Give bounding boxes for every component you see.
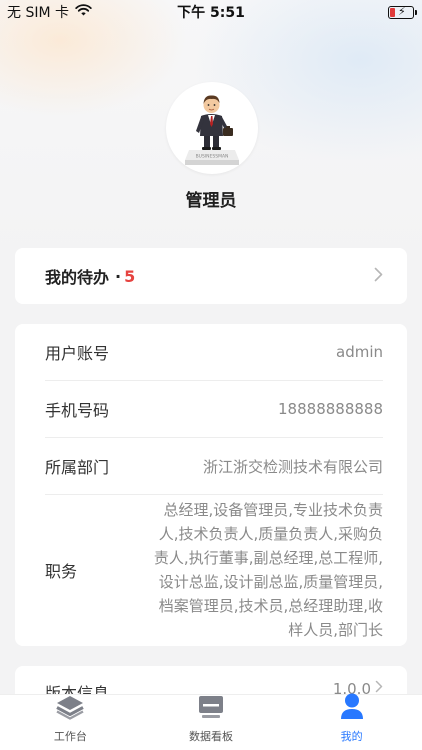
tab-mine-label: 我的 [340, 730, 363, 743]
my-todo-card[interactable]: 我的待办 · 5 [15, 248, 407, 304]
wifi-icon [75, 4, 92, 20]
tab-workbench[interactable]: 工作台 [0, 695, 141, 750]
businessman-avatar-icon: BUSINESSMAN [185, 95, 239, 165]
user-icon [337, 692, 367, 724]
department-label: 所属部门 [45, 458, 110, 477]
bottom-tab-bar: 工作台 数据看板 我的 [0, 692, 422, 750]
dashboard-icon [196, 694, 226, 724]
todo-label: 我的待办 [45, 268, 110, 287]
chevron-right-icon [374, 267, 383, 286]
battery-icon: ⚡ [388, 5, 417, 19]
phone-value: 18888888888 [278, 400, 383, 418]
user-info-card: 用户账号 admin 手机号码 18888888888 所属部门 浙江浙交检测技… [15, 324, 407, 646]
todo-separator: · [115, 266, 122, 286]
position-label: 职务 [45, 562, 78, 581]
position-value: 总经理,设备管理员,专业技术负责人,技术负责人,质量负责人,采购负责人,执行董事… [153, 501, 383, 639]
avatar-caption: BUSINESSMAN [196, 154, 229, 160]
position-row: 职务 总经理,设备管理员,专业技术负责人,技术负责人,质量负责人,采购负责人,执… [45, 495, 383, 645]
account-label: 用户账号 [45, 344, 110, 363]
avatar[interactable]: BUSINESSMAN [166, 82, 258, 174]
status-time: 下午 5:51 [177, 5, 245, 21]
tab-workbench-label: 工作台 [53, 730, 87, 743]
status-bar: 无 SIM 卡 下午 5:51 ⚡ [0, 0, 422, 24]
carrier-label: 无 SIM 卡 [7, 5, 69, 21]
account-value: admin [336, 343, 383, 361]
tab-dashboard[interactable]: 数据看板 [141, 695, 282, 750]
account-row: 用户账号 admin [45, 324, 383, 381]
tab-mine[interactable]: 我的 [281, 692, 422, 750]
phone-row: 手机号码 18888888888 [45, 381, 383, 438]
tab-dashboard-label: 数据看板 [189, 730, 233, 743]
todo-count-badge: 5 [124, 266, 136, 286]
department-value: 浙江浙交检测技术有限公司 [202, 457, 383, 476]
department-row: 所属部门 浙江浙交检测技术有限公司 [45, 438, 383, 495]
phone-label: 手机号码 [45, 401, 110, 420]
layers-icon [55, 694, 85, 724]
profile-name: 管理员 [185, 191, 237, 211]
